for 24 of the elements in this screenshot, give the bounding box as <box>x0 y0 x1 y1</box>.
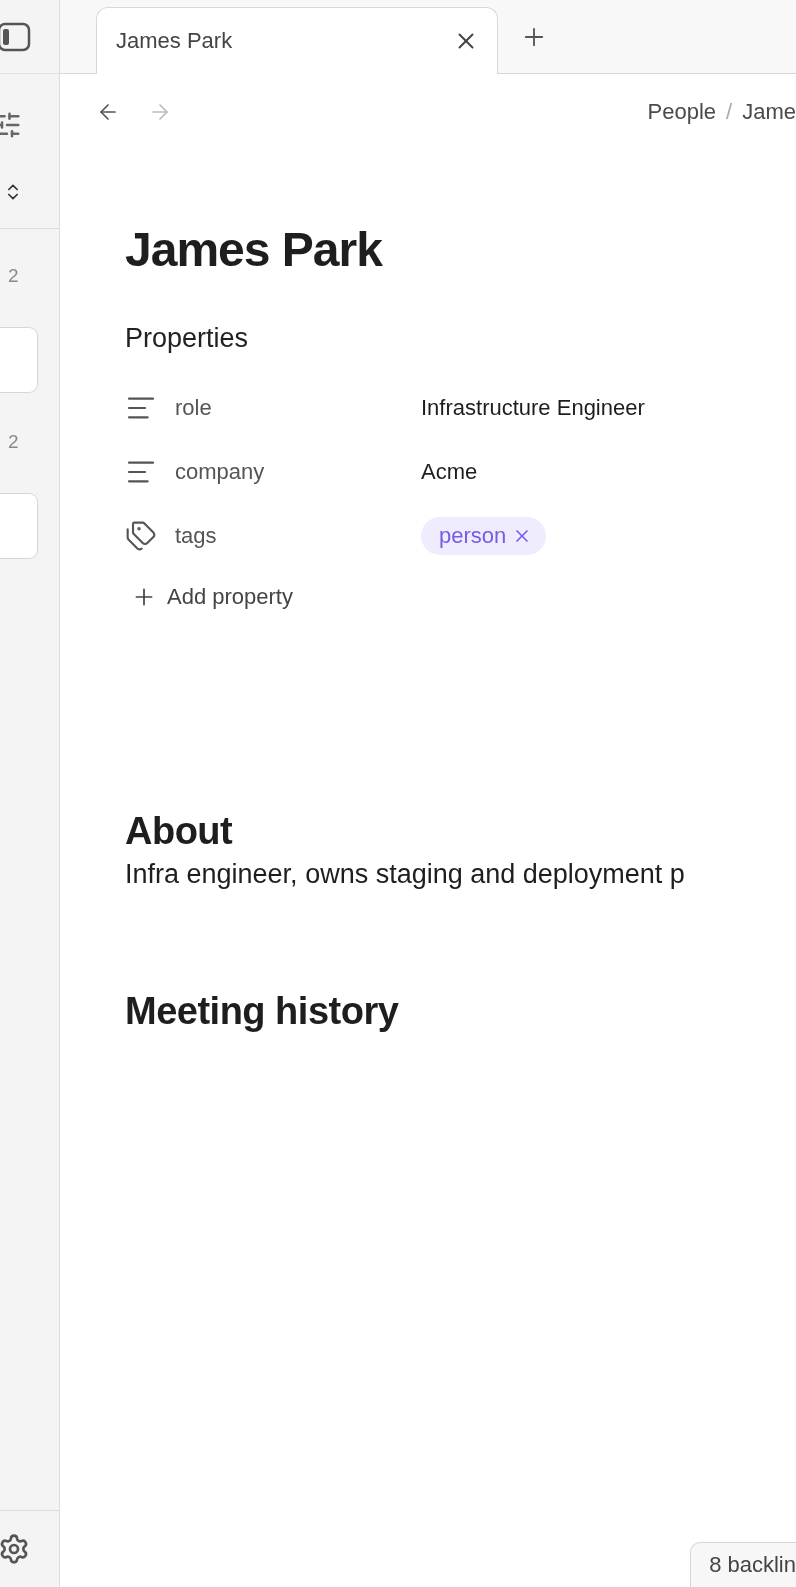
properties-heading: Properties <box>125 323 250 354</box>
count-label: 2 <box>8 431 20 453</box>
section-heading: Meeting history <box>125 990 400 1033</box>
property-value: Acme <box>421 459 479 485</box>
page-title: James Park <box>125 222 384 277</box>
tag-icon <box>125 520 157 552</box>
backlinks-button[interactable]: 8 backlin <box>690 1542 796 1587</box>
settings-icon[interactable] <box>0 1533 30 1565</box>
tab[interactable]: James Park <box>96 7 498 74</box>
property-label: company <box>175 459 266 485</box>
property-label: tags <box>175 523 218 549</box>
property-value: Infrastructure Engineer <box>421 395 646 421</box>
breadcrumb-link[interactable]: Jame <box>742 99 796 125</box>
tab-label: James Park <box>116 28 233 54</box>
paragraph: Infra engineer, owns staging and deployment p <box>125 859 686 890</box>
sliders-icon[interactable] <box>0 110 22 140</box>
sidebar-toggle-icon[interactable] <box>0 20 31 53</box>
tag-chip[interactable]: person <box>421 517 547 555</box>
property-label: role <box>175 395 213 421</box>
breadcrumb-separator: / <box>726 99 733 125</box>
section-heading: About <box>125 810 234 853</box>
breadcrumb-link[interactable]: People <box>647 99 717 125</box>
add-property-button[interactable]: Add property <box>131 584 293 610</box>
count-label: 2 <box>8 265 20 287</box>
